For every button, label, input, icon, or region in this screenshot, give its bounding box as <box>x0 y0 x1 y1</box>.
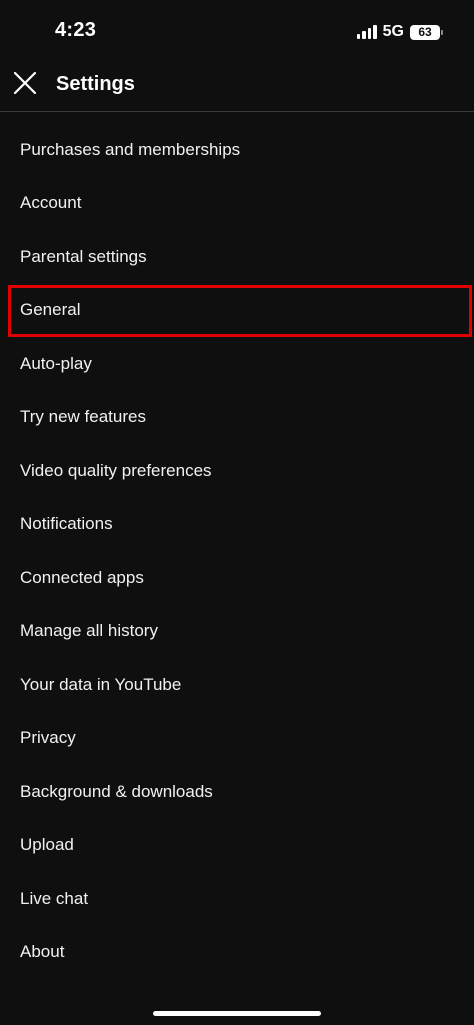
settings-item-account[interactable]: Account <box>0 177 474 231</box>
header-divider <box>0 111 474 112</box>
settings-item-about[interactable]: About <box>0 926 474 980</box>
settings-item-upload[interactable]: Upload <box>0 819 474 873</box>
settings-item-privacy[interactable]: Privacy <box>0 712 474 766</box>
network-type: 5G <box>382 23 404 40</box>
settings-item-new-features[interactable]: Try new features <box>0 391 474 445</box>
settings-header: Settings <box>0 62 474 112</box>
settings-item-your-data[interactable]: Your data in YouTube <box>0 658 474 712</box>
settings-item-autoplay[interactable]: Auto-play <box>0 337 474 391</box>
close-icon <box>13 71 37 95</box>
settings-list: Purchases and memberships Account Parent… <box>0 123 474 979</box>
settings-item-connected-apps[interactable]: Connected apps <box>0 551 474 605</box>
settings-item-general[interactable]: General <box>0 284 474 338</box>
settings-item-purchases[interactable]: Purchases and memberships <box>0 123 474 177</box>
settings-item-video-quality[interactable]: Video quality preferences <box>0 444 474 498</box>
settings-item-parental[interactable]: Parental settings <box>0 230 474 284</box>
status-bar: 4:23 5G 63 <box>0 0 474 62</box>
settings-item-background-downloads[interactable]: Background & downloads <box>0 765 474 819</box>
settings-item-notifications[interactable]: Notifications <box>0 498 474 552</box>
settings-item-history[interactable]: Manage all history <box>0 605 474 659</box>
signal-icon <box>356 25 377 39</box>
battery-icon: 63 <box>410 24 443 40</box>
home-indicator[interactable] <box>153 1011 321 1016</box>
settings-screen: 4:23 5G 63 Settings Purchases and member… <box>0 0 474 1025</box>
settings-item-live-chat[interactable]: Live chat <box>0 872 474 926</box>
page-title: Settings <box>56 73 135 95</box>
status-indicators: 5G 63 <box>356 22 443 42</box>
battery-level: 63 <box>418 25 432 39</box>
close-button[interactable] <box>10 68 40 98</box>
status-time: 4:23 <box>55 19 97 41</box>
